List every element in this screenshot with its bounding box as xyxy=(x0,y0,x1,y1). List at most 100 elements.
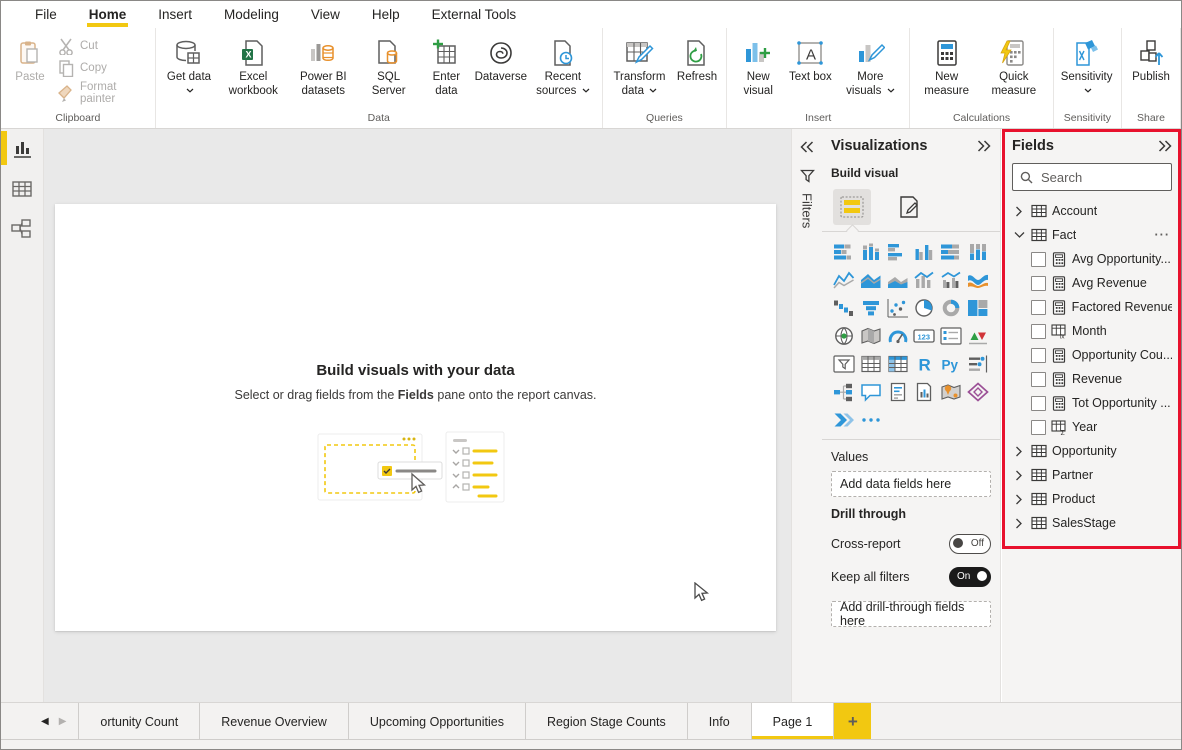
stacked-column-chart-icon[interactable] xyxy=(858,241,885,262)
new-measure-button[interactable]: New measure xyxy=(914,33,979,99)
page-tab-info[interactable]: Info xyxy=(687,703,751,740)
line-chart-icon[interactable] xyxy=(831,269,858,290)
menu-help[interactable]: Help xyxy=(356,1,416,28)
card-icon[interactable]: 123 xyxy=(911,325,938,346)
area-chart-icon[interactable] xyxy=(858,269,885,290)
menu-home[interactable]: Home xyxy=(73,1,143,28)
field-item-tot-opportunity[interactable]: Tot Opportunity ... xyxy=(1012,391,1172,415)
key-influencers-icon[interactable] xyxy=(964,353,991,374)
field-item-fact[interactable]: Fact··· xyxy=(1012,223,1172,247)
recent-sources-button[interactable]: Recent sources xyxy=(528,33,598,99)
paste-button[interactable]: Paste xyxy=(5,33,55,85)
kpi-icon[interactable] xyxy=(964,325,991,346)
transform-data-button[interactable]: Transform data xyxy=(607,33,672,99)
report-view-button[interactable] xyxy=(1,129,43,169)
values-field-well[interactable]: Add data fields here xyxy=(831,471,991,497)
more-visuals-button[interactable]: More visuals xyxy=(835,33,905,99)
100-stacked-bar-chart-icon[interactable] xyxy=(938,241,965,262)
field-checkbox[interactable] xyxy=(1031,300,1046,315)
scroll-tabs-right-icon[interactable]: ▶ xyxy=(59,716,67,727)
copy-button[interactable]: Copy xyxy=(57,59,149,77)
line-and-clustered-column-chart-icon[interactable] xyxy=(938,269,965,290)
field-item-revenue[interactable]: Revenue xyxy=(1012,367,1172,391)
chevron-right-icon[interactable] xyxy=(1012,494,1026,505)
sql-server-button[interactable]: SQL Server xyxy=(358,33,419,99)
search-input[interactable] xyxy=(1039,169,1153,186)
multi-row-card-icon[interactable] xyxy=(938,325,965,346)
funnel-chart-icon[interactable] xyxy=(858,297,885,318)
cut-button[interactable]: Cut xyxy=(57,37,149,55)
publish-button[interactable]: Publish xyxy=(1126,33,1176,85)
page-tab-region-stage-counts[interactable]: Region Stage Counts xyxy=(525,703,687,740)
new-visual-button[interactable]: New visual xyxy=(731,33,785,99)
more-options-icon[interactable]: ··· xyxy=(1155,228,1173,242)
page-tab-upcoming-opportunities[interactable]: Upcoming Opportunities xyxy=(348,703,525,740)
100-stacked-column-chart-icon[interactable] xyxy=(964,241,991,262)
menu-view[interactable]: View xyxy=(295,1,356,28)
chevron-right-icon[interactable] xyxy=(1012,446,1026,457)
field-item-salesstage[interactable]: SalesStage xyxy=(1012,511,1172,535)
menu-modeling[interactable]: Modeling xyxy=(208,1,295,28)
donut-chart-icon[interactable] xyxy=(938,297,965,318)
chevron-right-icon[interactable] xyxy=(1012,470,1026,481)
field-item-month[interactable]: fxMonth xyxy=(1012,319,1172,343)
quick-measure-button[interactable]: Quick measure xyxy=(979,33,1049,99)
menu-insert[interactable]: Insert xyxy=(142,1,208,28)
clustered-bar-chart-icon[interactable] xyxy=(884,241,911,262)
get-data-button[interactable]: Get data xyxy=(160,33,219,99)
paginated-report-icon[interactable] xyxy=(911,381,938,402)
scroll-tabs-left-icon[interactable]: ◀ xyxy=(41,716,49,727)
menu-external-tools[interactable]: External Tools xyxy=(416,1,533,28)
arcgis-map-icon[interactable] xyxy=(938,381,965,402)
field-checkbox[interactable] xyxy=(1031,396,1046,411)
field-item-avg-revenue[interactable]: Avg Revenue xyxy=(1012,271,1172,295)
q-and-a-icon[interactable] xyxy=(858,381,885,402)
pie-chart-icon[interactable] xyxy=(911,297,938,318)
tab-format-visual[interactable] xyxy=(897,195,921,219)
power-bi-datasets-button[interactable]: Power BI datasets xyxy=(288,33,358,99)
power-automate-icon[interactable] xyxy=(831,409,858,430)
filled-map-icon[interactable] xyxy=(858,325,885,346)
field-item-partner[interactable]: Partner xyxy=(1012,463,1172,487)
slicer-icon[interactable] xyxy=(831,353,858,374)
field-item-factored-revenue[interactable]: Factored Revenue xyxy=(1012,295,1172,319)
refresh-button[interactable]: Refresh xyxy=(672,33,722,85)
collapse-fields-icon[interactable] xyxy=(1158,140,1172,152)
table-icon[interactable] xyxy=(858,353,885,374)
chevron-down-icon[interactable] xyxy=(1012,231,1026,239)
field-item-avg-opportunity[interactable]: Avg Opportunity... xyxy=(1012,247,1172,271)
decomposition-tree-icon[interactable] xyxy=(831,381,858,402)
menu-file[interactable]: File xyxy=(19,1,73,28)
stacked-area-chart-icon[interactable] xyxy=(884,269,911,290)
waterfall-chart-icon[interactable] xyxy=(831,297,858,318)
line-and-stacked-column-chart-icon[interactable] xyxy=(911,269,938,290)
gauge-icon[interactable] xyxy=(884,325,911,346)
scatter-chart-icon[interactable] xyxy=(884,297,911,318)
text-box-button[interactable]: AText box xyxy=(785,33,835,85)
field-item-product[interactable]: Product xyxy=(1012,487,1172,511)
field-checkbox[interactable] xyxy=(1031,372,1046,387)
field-checkbox[interactable] xyxy=(1031,324,1046,339)
field-item-opportunity-cou[interactable]: Opportunity Cou... xyxy=(1012,343,1172,367)
model-view-button[interactable] xyxy=(1,209,43,249)
field-item-year[interactable]: ΣYear xyxy=(1012,415,1172,439)
get-more-visuals-icon[interactable] xyxy=(858,409,885,430)
new-page-button[interactable]: + xyxy=(834,703,871,740)
stacked-bar-chart-icon[interactable] xyxy=(831,241,858,262)
dataverse-button[interactable]: Dataverse xyxy=(474,33,528,85)
excel-workbook-button[interactable]: XExcel workbook xyxy=(218,33,288,99)
field-checkbox[interactable] xyxy=(1031,348,1046,363)
treemap-icon[interactable] xyxy=(964,297,991,318)
power-apps-icon[interactable] xyxy=(964,381,991,402)
field-checkbox[interactable] xyxy=(1031,420,1046,435)
matrix-icon[interactable] xyxy=(884,353,911,374)
python-visual-icon[interactable]: Py xyxy=(938,353,965,374)
field-item-opportunity[interactable]: Opportunity xyxy=(1012,439,1172,463)
tab-build-visual[interactable] xyxy=(833,189,871,225)
data-view-button[interactable] xyxy=(1,169,43,209)
cross-report-toggle[interactable]: Off xyxy=(949,534,991,554)
page-tab-page-1[interactable]: Page 1 xyxy=(751,703,835,740)
keep-all-filters-toggle[interactable]: On xyxy=(949,567,991,587)
ribbon-chart-icon[interactable] xyxy=(964,269,991,290)
clustered-column-chart-icon[interactable] xyxy=(911,241,938,262)
